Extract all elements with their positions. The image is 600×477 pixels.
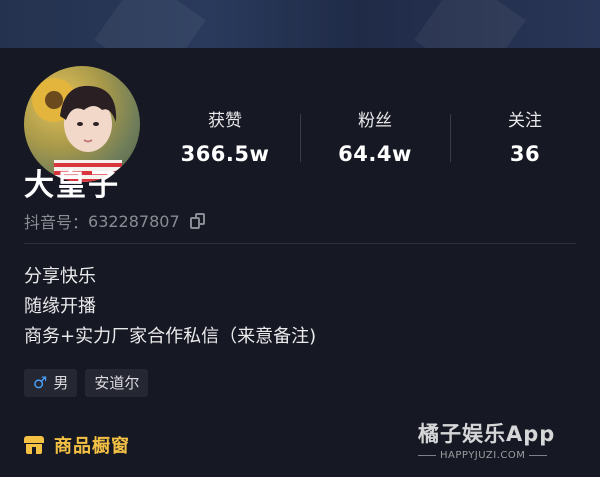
shop-window-entry[interactable]: 商品橱窗: [24, 432, 130, 458]
stat-following-value: 36: [509, 142, 541, 166]
bio-line: 分享快乐: [24, 266, 96, 287]
stat-following[interactable]: 关注 36: [450, 108, 600, 170]
profile-cover: [0, 0, 600, 86]
profile-tags: ♂ 男 安道尔: [24, 369, 149, 397]
stat-likes-label: 获赞: [208, 111, 242, 131]
bio-line: 随缘开播: [24, 296, 96, 317]
watermark: 橘子娱乐App HAPPYJUZI.COM: [418, 418, 594, 461]
profile-stats: 获赞 366.5w 粉丝 64.4w 关注 36: [150, 108, 600, 178]
shop-icon: [24, 436, 44, 454]
gender-label: 男: [53, 374, 69, 392]
location-label: 安道尔: [94, 374, 140, 392]
watermark-sub: HAPPYJUZI.COM: [418, 450, 594, 461]
copy-icon[interactable]: [189, 213, 206, 229]
location-tag: 安道尔: [85, 369, 149, 397]
douyin-id-value: 632287807: [88, 211, 180, 231]
gender-tag: ♂ 男: [24, 369, 78, 397]
profile-name: 大皇子: [24, 168, 120, 203]
stat-following-label: 关注: [508, 111, 542, 131]
bio-line: 商务+实力厂家合作私信（来意备注): [24, 326, 317, 347]
stat-likes[interactable]: 获赞 366.5w: [150, 108, 300, 170]
male-icon: ♂: [33, 373, 48, 392]
profile-bio: 分享快乐 随缘开播 商务+实力厂家合作私信（来意备注): [24, 262, 316, 352]
stat-likes-value: 366.5w: [180, 142, 270, 166]
watermark-url: HAPPYJUZI.COM: [440, 450, 526, 461]
watermark-title: 橘子娱乐App: [418, 422, 556, 446]
stat-followers[interactable]: 粉丝 64.4w: [300, 108, 450, 170]
stat-followers-label: 粉丝: [358, 111, 392, 131]
stat-followers-value: 64.4w: [338, 142, 412, 166]
section-divider: [24, 243, 576, 244]
shop-window-label: 商品橱窗: [54, 436, 130, 457]
douyin-id-label: 抖音号：: [24, 213, 89, 232]
douyin-id: 抖音号： 632287807: [24, 209, 206, 233]
